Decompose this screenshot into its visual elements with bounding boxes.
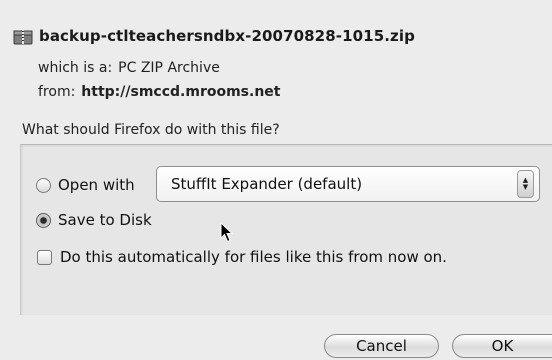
open-with-option[interactable]: Open with — [36, 176, 135, 194]
auto-action-checkbox[interactable] — [37, 249, 52, 265]
open-with-radio[interactable] — [36, 177, 51, 193]
file-type-label: which is a: — [38, 60, 113, 76]
file-type-line: which is a: PC ZIP Archive — [38, 60, 220, 76]
file-header: backup-ctlteachersndbx-20070828-1015.zip — [13, 24, 415, 48]
save-to-disk-option[interactable]: Save to Disk — [36, 211, 152, 229]
application-select[interactable]: StuffIt Expander (default) ▲ ▼ — [156, 166, 540, 202]
file-source-label: from: — [38, 84, 76, 100]
cancel-button[interactable]: Cancel — [324, 334, 439, 358]
mouse-pointer-icon — [220, 221, 234, 244]
up-down-arrows-icon[interactable]: ▲ ▼ — [517, 170, 534, 198]
file-source-url: http://smccd.mrooms.net — [81, 84, 281, 100]
auto-action-option[interactable]: Do this automatically for files like thi… — [37, 248, 447, 266]
file-name: backup-ctlteachersndbx-20070828-1015.zip — [39, 27, 415, 45]
auto-action-label: Do this automatically for files like thi… — [60, 248, 447, 266]
file-source-line: from: http://smccd.mrooms.net — [38, 84, 280, 100]
open-with-label: Open with — [58, 176, 135, 194]
file-type-value: PC ZIP Archive — [118, 60, 220, 76]
application-select-value: StuffIt Expander (default) — [171, 175, 363, 193]
save-to-disk-radio[interactable] — [36, 212, 51, 228]
download-dialog: backup-ctlteachersndbx-20070828-1015.zip… — [0, 0, 552, 360]
action-question: What should Firefox do with this file? — [22, 122, 280, 138]
zip-archive-icon — [13, 28, 33, 45]
save-to-disk-label: Save to Disk — [58, 211, 152, 229]
ok-button[interactable]: OK — [452, 334, 552, 358]
